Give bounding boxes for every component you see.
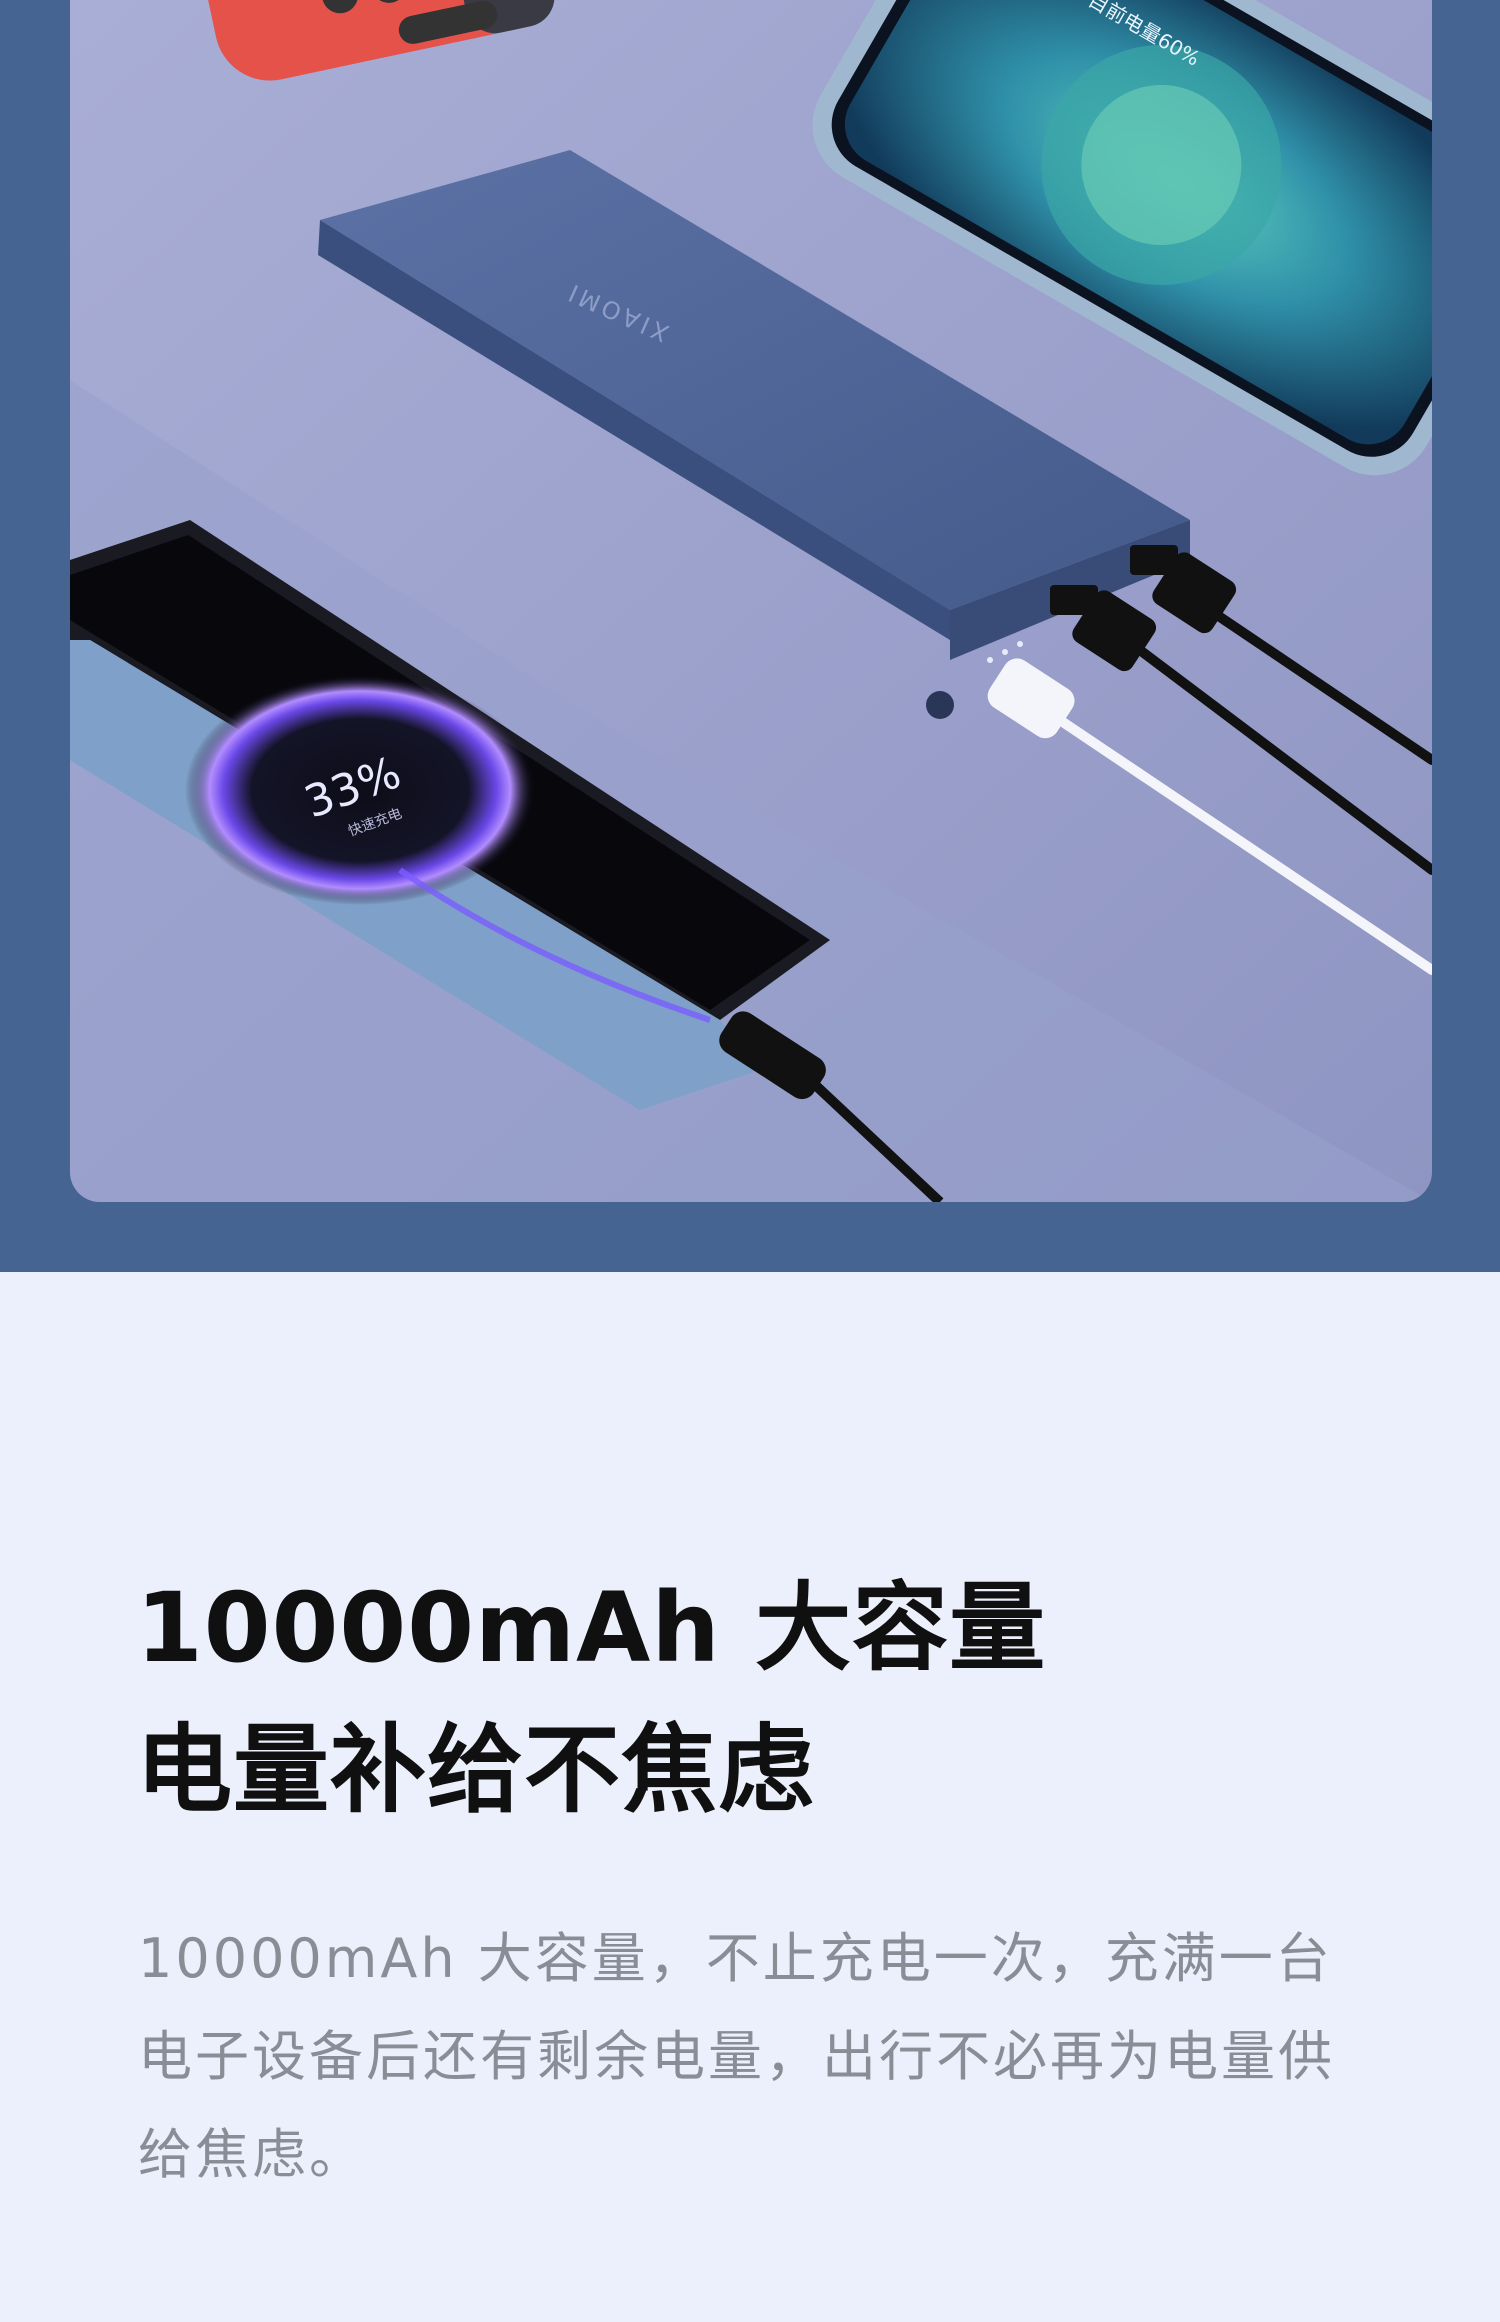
- hero-product-image: 目前电量60% XIAOMI 33% 快速充电: [70, 0, 1432, 1202]
- feature-headline: 10000mAh 大容量 电量补给不焦虑: [136, 1557, 1376, 1841]
- feature-text-section: 10000mAh 大容量 电量补给不焦虑 10000mAh 大容量，不止充电一次…: [0, 1272, 1500, 2322]
- feature-description: 10000mAh 大容量，不止充电一次，充满一台电子设备后还有剩余电量，出行不必…: [138, 1927, 1335, 2186]
- power-button: [926, 691, 954, 719]
- headline-line-2: 电量补给不焦虑: [136, 1714, 815, 1826]
- headline-line-1: 10000mAh 大容量: [136, 1572, 1047, 1684]
- hero-background: 目前电量60% XIAOMI 33% 快速充电: [0, 0, 1500, 1272]
